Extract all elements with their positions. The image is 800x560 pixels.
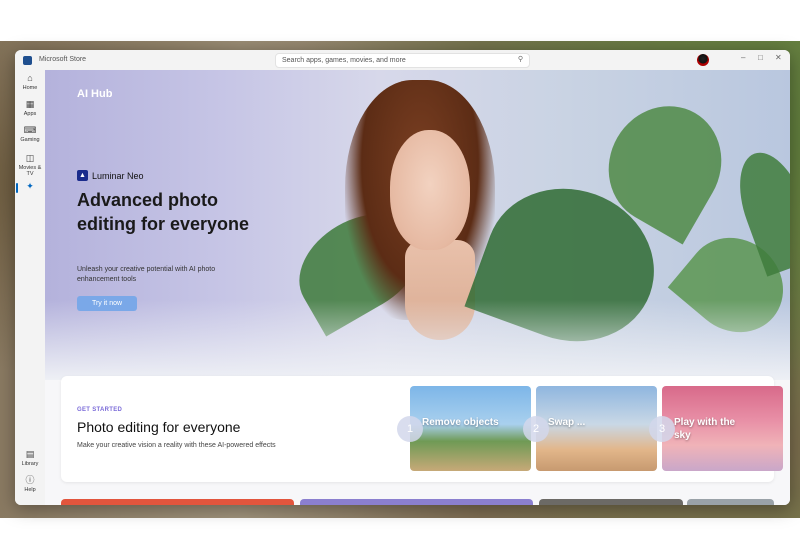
tile-remove-objects[interactable]: Remove objects <box>410 386 531 471</box>
promo-card-strip[interactable] <box>687 499 774 505</box>
tile-label: Swap ... <box>548 417 586 428</box>
title-bar: Microsoft Store Search apps, games, movi… <box>15 50 790 70</box>
maximize-icon[interactable]: □ <box>758 53 763 62</box>
store-window: Microsoft Store Search apps, games, movi… <box>15 50 790 505</box>
tile-play-with-sky[interactable]: Play with the sky <box>662 386 783 471</box>
sidebar-item-apps[interactable]: ▦ Apps <box>15 99 45 118</box>
gaming-icon: ⌨ <box>23 125 37 135</box>
tile-label: Remove objects <box>422 417 499 428</box>
sidebar-item-library[interactable]: ▤ Library <box>15 449 45 468</box>
promo-card-strip[interactable] <box>539 499 683 505</box>
hero-fade <box>45 300 790 380</box>
sidebar-item-gaming[interactable]: ⌨ Gaming <box>15 125 45 144</box>
card-title: Photo editing for everyone <box>77 419 241 435</box>
store-app-icon <box>23 56 32 65</box>
sidebar-item-label: Home <box>22 85 38 91</box>
tile-number: 2 <box>523 416 549 442</box>
search-icon[interactable]: ⚲ <box>518 55 523 63</box>
tile-number: 3 <box>649 416 675 442</box>
ai-hub-icon: ✦ <box>26 181 34 191</box>
tile-swap[interactable]: Swap ... <box>536 386 657 471</box>
card-description: Make your creative vision a reality with… <box>77 442 276 449</box>
tile-number: 1 <box>397 416 423 442</box>
section-label: AI Hub <box>77 88 113 100</box>
minimize-icon[interactable]: – <box>741 53 745 62</box>
window-title: Microsoft Store <box>39 56 87 63</box>
tile-label: Play with the sky <box>674 417 736 441</box>
sidebar-item-label: Apps <box>23 111 37 117</box>
hero-description: Unleash your creative potential with AI … <box>77 266 216 283</box>
portrait-face <box>390 130 470 250</box>
sidebar-item-label: Gaming <box>20 137 40 143</box>
brand-row: ▲ Luminar Neo <box>77 170 144 181</box>
home-icon: ⌂ <box>27 73 33 83</box>
sidebar-item-label: Movies & TV <box>18 165 42 177</box>
hero-banner[interactable]: AI Hub ▲ Luminar Neo Advanced photo edit… <box>45 70 790 380</box>
try-it-now-button[interactable]: Try it now <box>77 296 137 311</box>
avatar[interactable] <box>697 54 709 66</box>
luminar-logo-icon: ▲ <box>77 170 88 181</box>
main-content: AI Hub ▲ Luminar Neo Advanced photo edit… <box>45 70 790 505</box>
get-started-card: GET STARTED Photo editing for everyone M… <box>61 376 783 482</box>
sidebar-item-label: Library <box>21 461 39 467</box>
promo-card-strip[interactable] <box>300 499 533 505</box>
promo-card-strip[interactable] <box>61 499 294 505</box>
close-icon[interactable]: ✕ <box>775 53 782 62</box>
apps-icon: ▦ <box>25 99 35 109</box>
sidebar-item-ai-hub[interactable]: ✦ <box>15 182 45 193</box>
sidebar-item-label: Help <box>24 487 36 493</box>
brand-name: Luminar Neo <box>92 170 144 181</box>
library-icon: ▤ <box>25 449 35 459</box>
sidebar: ⌂ Home ▦ Apps ⌨ Gaming ◫ Movies & TV ✦ ▤… <box>15 70 45 505</box>
search-input[interactable]: Search apps, games, movies, and more ⚲ <box>275 53 530 68</box>
hero-title: Advanced photo editing for everyone <box>77 190 250 234</box>
help-icon: ⓘ <box>25 475 35 485</box>
sidebar-item-movies[interactable]: ◫ Movies & TV <box>15 153 45 178</box>
sidebar-item-home[interactable]: ⌂ Home <box>15 73 45 92</box>
movies-icon: ◫ <box>25 153 35 163</box>
card-kicker: GET STARTED <box>77 407 123 413</box>
sidebar-item-help[interactable]: ⓘ Help <box>15 475 45 494</box>
search-placeholder: Search apps, games, movies, and more <box>282 57 406 64</box>
